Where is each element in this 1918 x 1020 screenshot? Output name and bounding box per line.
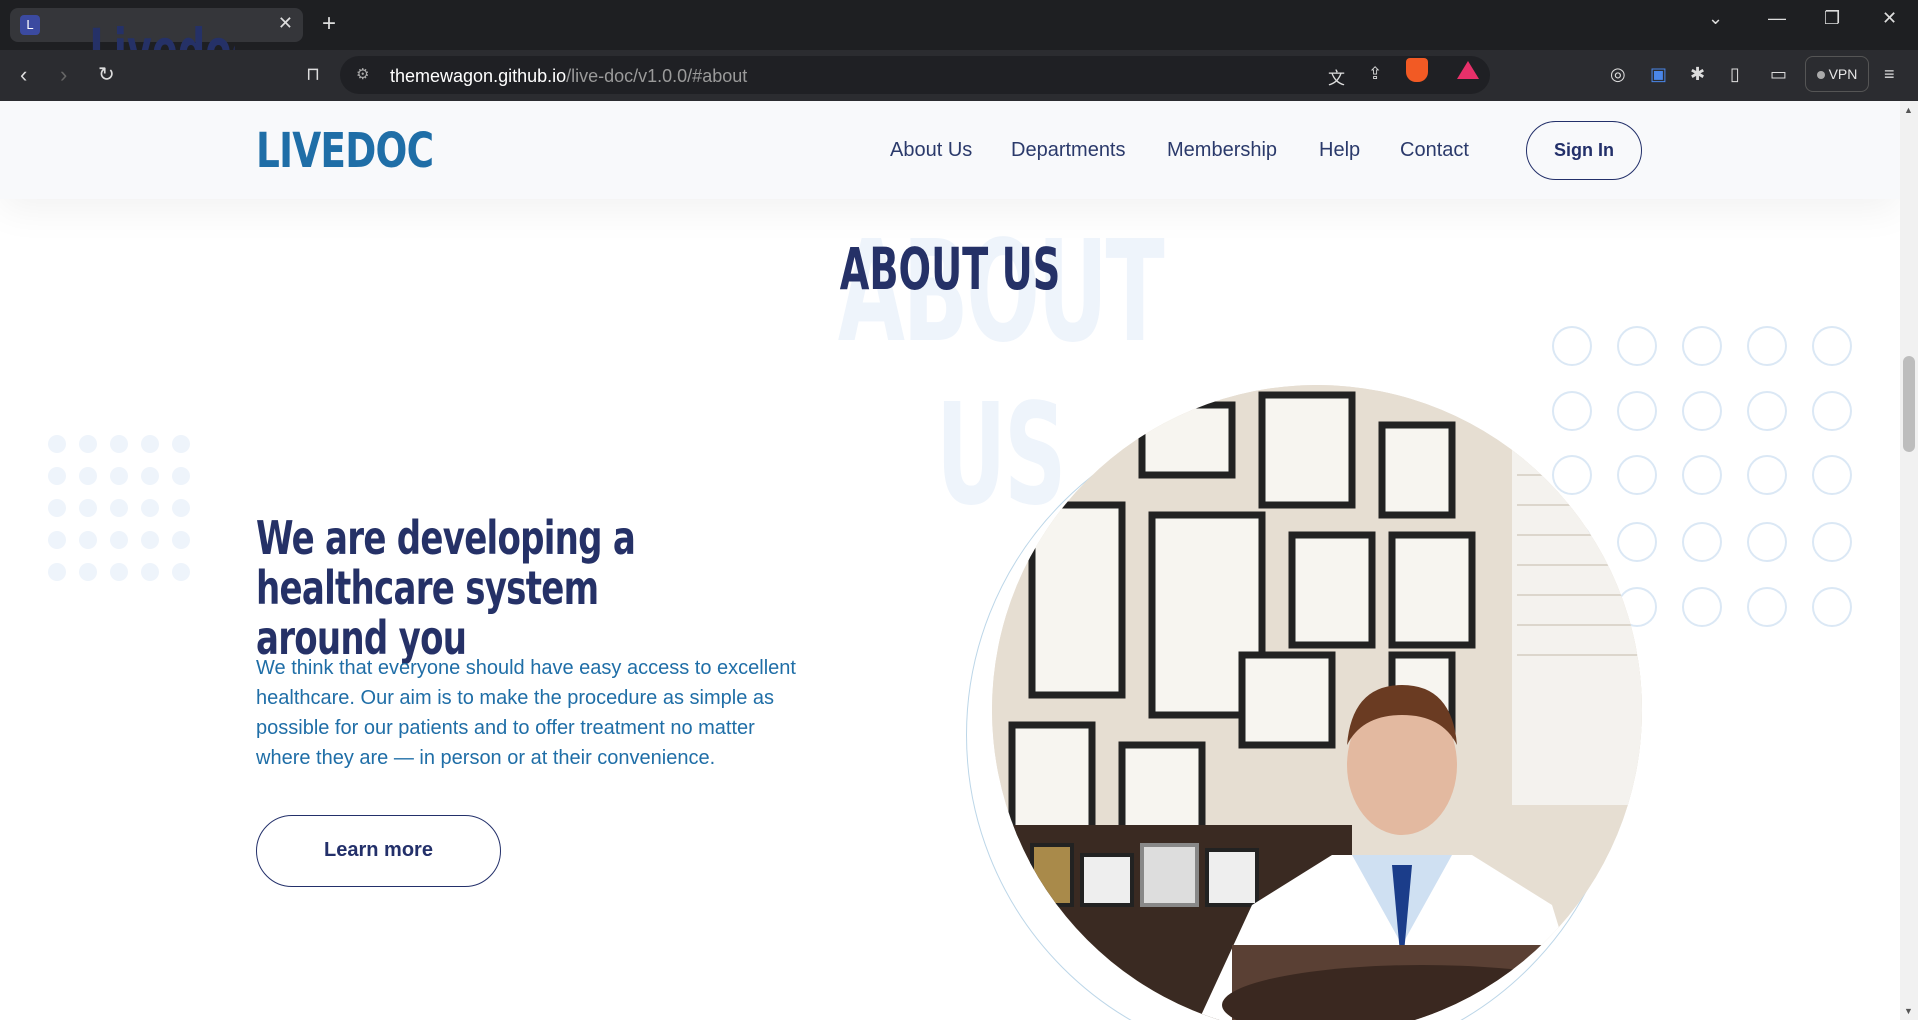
sidebar-icon[interactable]: ▯ [1730, 64, 1740, 85]
nav-membership[interactable]: Membership [1167, 139, 1277, 162]
bookmark-icon[interactable]: ⊓ [306, 64, 320, 85]
brave-shields-icon[interactable] [1406, 58, 1428, 82]
page-scrollbar[interactable]: ▲ ▼ [1900, 101, 1918, 1020]
reader-icon[interactable]: ◎ [1610, 64, 1626, 85]
share-icon[interactable]: ⇪ [1368, 64, 1382, 84]
scroll-up-icon[interactable]: ▲ [1904, 105, 1913, 115]
forward-icon[interactable]: › [60, 62, 67, 88]
section-title: ABOUT US [839, 235, 1061, 303]
sign-in-button[interactable]: Sign In [1526, 121, 1642, 180]
site-logo[interactable]: LIVEDOC [256, 123, 434, 179]
reload-icon[interactable]: ↻ [98, 62, 115, 87]
doctor-photo-container [966, 385, 1646, 1020]
page-viewport: ABOUT US ABOUT US We are developing a he… [0, 101, 1900, 1020]
vpn-status-icon [1816, 71, 1825, 79]
nav-help[interactable]: Help [1319, 139, 1360, 162]
google-translate-icon[interactable]: ▣ [1650, 64, 1667, 85]
learn-more-button[interactable]: Learn more [256, 815, 501, 887]
doctor-office-illustration [992, 385, 1642, 1020]
about-heading: We are developing a healthcare system ar… [256, 511, 636, 665]
window-close-icon[interactable]: ✕ [1882, 8, 1897, 29]
translate-icon[interactable]: 文 [1328, 64, 1345, 89]
tab-favicon-icon: L [20, 15, 40, 35]
browser-tab[interactable]: L Livedoc | Landing, Responsive & ✕ [10, 8, 303, 84]
vpn-button[interactable]: VPN [1805, 56, 1869, 92]
nav-departments[interactable]: Departments [1011, 139, 1126, 162]
scrollbar-thumb[interactable] [1903, 356, 1915, 452]
about-body: We think that everyone should have easy … [256, 657, 796, 769]
restore-icon[interactable]: ❐ [1824, 8, 1840, 29]
menu-icon[interactable]: ≡ [1884, 64, 1895, 85]
vpn-label: VPN [1828, 66, 1858, 82]
wallet-icon[interactable]: ▭ [1770, 64, 1787, 85]
new-tab-icon[interactable]: + [322, 10, 336, 38]
site-header: LIVEDOC About Us Departments Membership … [0, 101, 1900, 199]
brave-rewards-icon[interactable] [1457, 61, 1479, 79]
url-host: themewagon.github.io [390, 66, 567, 86]
nav-contact[interactable]: Contact [1400, 139, 1469, 162]
browser-toolbar: ‹ › ↻ ⊓ ⚙ themewagon.github.io/live-doc/… [0, 50, 1918, 101]
extensions-icon[interactable]: ✱ [1690, 64, 1705, 85]
site-info-icon[interactable]: ⚙ [356, 65, 369, 83]
back-icon[interactable]: ‹ [20, 62, 27, 88]
browser-tab-bar: L Livedoc | Landing, Responsive & ✕ + ⌄ … [0, 0, 1918, 84]
url-path: /live-doc/v1.0.0/#about [566, 66, 748, 86]
address-bar[interactable]: ⚙ themewagon.github.io/live-doc/v1.0.0/#… [340, 56, 1490, 94]
tab-close-icon[interactable]: ✕ [278, 13, 293, 34]
tab-search-chevron-icon[interactable]: ⌄ [1708, 8, 1723, 29]
doctor-photo [992, 385, 1642, 1020]
url-text[interactable]: themewagon.github.io/live-doc/v1.0.0/#ab… [390, 66, 747, 87]
nav-about-us[interactable]: About Us [890, 139, 972, 162]
scroll-down-icon[interactable]: ▼ [1904, 1006, 1913, 1016]
minimize-icon[interactable]: — [1768, 8, 1786, 29]
